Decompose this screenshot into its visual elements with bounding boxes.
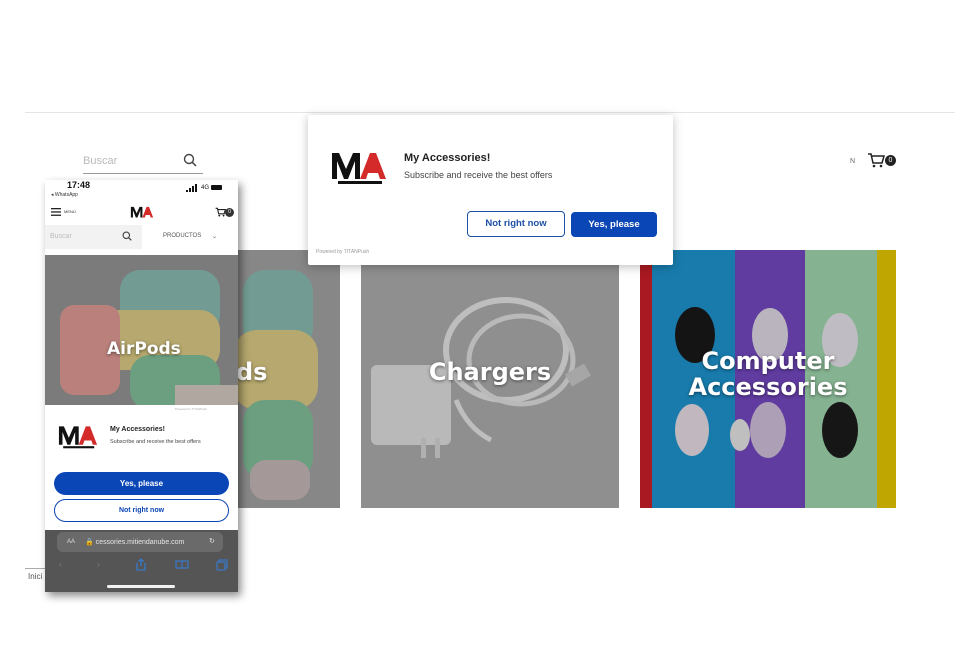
back-to-app-link[interactable]: ◂ WhatsApp <box>51 192 78 198</box>
chevron-down-icon[interactable]: ⌄ <box>212 233 217 240</box>
bookmarks-icon[interactable] <box>175 560 189 570</box>
tile-label: AirPods <box>107 339 181 359</box>
mobile-search-input[interactable]: Buscar <box>45 225 142 249</box>
desktop-search-input[interactable]: Buscar <box>83 153 203 174</box>
tile-label: Chargers <box>428 358 552 386</box>
tile-label: ds <box>238 358 268 386</box>
url-text: cessories.mitiendanube.com <box>95 539 185 546</box>
yes-please-button[interactable]: Yes, please <box>571 212 657 237</box>
popup-title: My Accessories! <box>110 426 165 433</box>
lock-icon: 🔒 <box>85 539 94 546</box>
menu-label[interactable]: MENÚ <box>64 209 76 214</box>
mobile-screenshot: 17:48 ◂ WhatsApp 4G MENÚ 0 Buscar PRODUC… <box>45 180 238 592</box>
breadcrumb-home[interactable]: Inici <box>28 572 42 581</box>
home-indicator <box>107 585 175 588</box>
not-right-now-button[interactable]: Not right now <box>54 499 229 522</box>
cart-count-badge: 0 <box>885 155 896 166</box>
status-time: 17:48 <box>67 180 91 190</box>
yes-please-button[interactable]: Yes, please <box>54 472 229 495</box>
category-tile-computer-accessories[interactable]: Computer Accessories <box>640 250 896 508</box>
cart-count-badge: 0 <box>225 208 234 217</box>
brand-logo <box>58 426 98 449</box>
popup-title: My Accessories! <box>404 152 491 164</box>
text-size-button[interactable]: AA <box>67 539 75 545</box>
cart-icon[interactable] <box>867 152 885 168</box>
category-tile-airpods[interactable]: AirPods <box>45 255 238 405</box>
category-tile-airpods[interactable]: ds <box>238 250 340 508</box>
reload-icon[interactable]: ↻ <box>209 537 215 545</box>
search-icon[interactable] <box>183 153 197 167</box>
search-placeholder: Buscar <box>83 155 118 167</box>
popup-subtitle: Subscribe and receive the best offers <box>404 170 553 180</box>
powered-by-label: Powered by TITANPush <box>316 249 370 255</box>
network-label: 4G <box>201 185 210 191</box>
back-arrow-icon[interactable]: ‹ <box>59 559 62 569</box>
brand-logo <box>332 153 386 184</box>
search-placeholder: Buscar <box>50 233 72 240</box>
tabs-icon[interactable] <box>216 559 228 571</box>
menu-icon[interactable] <box>51 208 61 216</box>
subscribe-popup: My Accessories! Subscribe and receive th… <box>308 115 673 265</box>
header-divider <box>25 112 955 113</box>
category-tile-chargers[interactable]: Chargers <box>361 250 619 508</box>
language-indicator[interactable]: N <box>850 158 855 165</box>
products-dropdown[interactable]: PRODUCTOS <box>163 233 201 239</box>
tile-label-line1: Computer <box>701 347 835 375</box>
not-right-now-button[interactable]: Not right now <box>467 211 565 237</box>
address-url: 🔒 cessories.mitiendanube.com <box>85 538 184 546</box>
tile-label-line2: Accessories <box>688 373 848 401</box>
powered-by-label: Powered by TITANPush <box>175 407 207 411</box>
signal-icon <box>186 184 197 192</box>
search-icon[interactable] <box>122 231 132 241</box>
brand-logo[interactable] <box>130 206 154 220</box>
battery-icon <box>211 185 222 190</box>
tile-overlay <box>45 255 238 405</box>
forward-arrow-icon[interactable]: › <box>97 559 100 569</box>
popup-subtitle: Subscribe and receive the best offers <box>110 439 201 445</box>
share-icon[interactable] <box>135 558 147 571</box>
